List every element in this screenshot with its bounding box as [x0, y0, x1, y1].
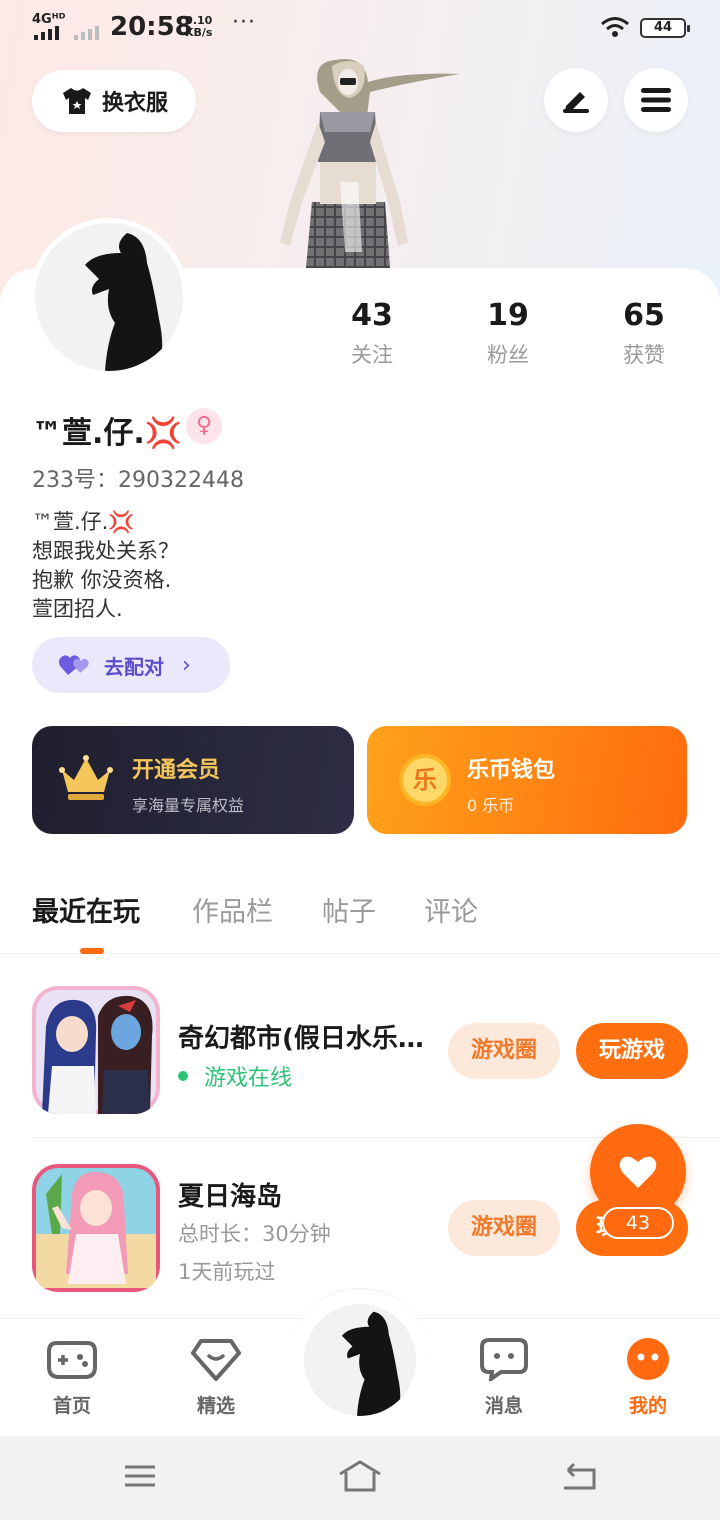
game-online-status: 游戏在线	[178, 1060, 292, 1092]
heart-box-icon	[191, 1339, 241, 1381]
recent-apps-icon[interactable]	[122, 1458, 158, 1494]
go-match-button[interactable]: 去配对 ›	[32, 637, 230, 693]
tab-recently-played[interactable]: 最近在玩	[32, 890, 140, 929]
nav-label: 我的	[628, 1395, 667, 1417]
like-count: 43	[602, 1207, 674, 1239]
signal-icon	[34, 26, 59, 40]
game-art	[32, 1164, 160, 1292]
game-circle-button[interactable]: 游戏圈	[448, 1200, 560, 1256]
tab-works[interactable]: 作品栏	[192, 890, 273, 929]
wallet-title: 乐币钱包	[467, 758, 556, 783]
change-outfit-label: 换衣服	[101, 91, 168, 116]
bio-line: ™萱.仔.💢	[32, 510, 135, 534]
online-dot-icon	[178, 1071, 188, 1081]
nav-label: 首页	[52, 1395, 91, 1417]
go-match-label: 去配对	[104, 654, 164, 679]
network-type: 4Gᴴᴰ	[32, 12, 66, 27]
gamepad-icon	[47, 1341, 97, 1379]
nav-messages[interactable]: 消息	[459, 1337, 549, 1418]
battery-indicator: 44	[640, 18, 690, 38]
avatar-silhouette	[35, 223, 183, 371]
tshirt-icon	[62, 88, 91, 114]
crown-icon	[59, 755, 113, 800]
vip-title: 开通会员	[132, 758, 221, 783]
tab-posts[interactable]: 帖子	[322, 890, 376, 929]
hamburger-menu-icon	[641, 88, 671, 112]
nav-label: 精选	[196, 1395, 235, 1417]
user-id: 233号：290322448	[32, 468, 244, 493]
system-navigation-bar	[0, 1436, 720, 1520]
clock: 20:58	[110, 12, 193, 42]
game-icon	[32, 986, 160, 1114]
game-icon	[32, 1164, 160, 1292]
game-art	[32, 986, 160, 1114]
edit-profile-button[interactable]	[544, 68, 608, 132]
active-tab-indicator	[80, 948, 104, 954]
game-title: 奇幻都市(假日水乐…	[178, 1024, 424, 1054]
nav-label: 消息	[484, 1395, 523, 1417]
chevron-right-icon: ›	[182, 652, 191, 678]
chat-bubble-icon	[480, 1338, 528, 1384]
menu-button[interactable]	[624, 68, 688, 132]
status-bar: 4Gᴴᴰ 20:58 0.10 KB/s ··· 44	[0, 0, 720, 56]
stat-label: 获赞	[623, 343, 665, 367]
nav-home[interactable]: 首页	[27, 1337, 117, 1418]
like-button[interactable]	[590, 1124, 686, 1220]
home-icon[interactable]	[336, 1458, 384, 1494]
face-icon	[627, 1338, 669, 1380]
network-speed: 0.10 KB/s	[185, 14, 213, 39]
vip-subtitle: 享海量专属权益	[132, 796, 245, 815]
profile-nickname: ™萱.仔.💢	[32, 416, 183, 451]
wallet-subtitle: 0 乐币	[467, 796, 515, 815]
game-title: 夏日海岛	[178, 1182, 283, 1212]
nav-featured[interactable]: 精选	[171, 1337, 261, 1418]
heart-icon	[619, 1156, 657, 1188]
game-circle-button[interactable]: 游戏圈	[448, 1023, 560, 1079]
signal-secondary-icon	[74, 26, 99, 40]
back-icon[interactable]	[560, 1458, 600, 1494]
coin-wallet-card[interactable]: 乐 乐币钱包 0 乐币	[367, 726, 687, 834]
stat-value: 65	[623, 298, 665, 333]
change-outfit-button[interactable]: 换衣服	[32, 70, 196, 132]
stat-following[interactable]: 43 关注	[317, 298, 427, 369]
profile-tabs: 最近在玩 作品栏 帖子 评论	[0, 880, 720, 954]
game-last-played: 1天前玩过	[178, 1260, 276, 1284]
bio-line: 萱团招人.	[32, 597, 123, 621]
game-row[interactable]: 奇幻都市(假日水乐… 游戏在线 游戏圈 玩游戏	[32, 986, 720, 1138]
stat-followers[interactable]: 19 粉丝	[453, 298, 563, 369]
stat-likes[interactable]: 65 获赞	[589, 298, 699, 369]
game-play-duration: 总时长：30分钟	[178, 1222, 331, 1246]
stat-label: 粉丝	[487, 343, 529, 367]
nav-center-avatar[interactable]	[304, 1304, 416, 1416]
pen-icon	[563, 92, 589, 113]
tab-comments[interactable]: 评论	[424, 890, 478, 929]
bio-line: 想跟我处关系？	[32, 539, 179, 563]
coin-icon: 乐	[399, 754, 451, 806]
avatar-silhouette	[304, 1304, 416, 1416]
profile-avatar[interactable]	[30, 218, 188, 376]
nav-mine[interactable]: 我的	[603, 1337, 693, 1418]
play-game-button[interactable]: 玩游戏	[576, 1023, 688, 1079]
stat-value: 19	[487, 298, 529, 333]
online-status-label: 游戏在线	[204, 1066, 293, 1091]
bio-line: 抱歉 你没资格.	[32, 568, 172, 592]
vip-membership-card[interactable]: 开通会员 享海量专属权益	[32, 726, 354, 834]
double-heart-icon	[59, 655, 89, 675]
wifi-icon	[601, 17, 629, 37]
avatar-3d-character	[280, 58, 460, 268]
stat-value: 43	[351, 298, 393, 333]
female-gender-icon: ♀	[186, 408, 222, 444]
more-notifications-icon: ···	[232, 10, 256, 35]
profile-bio: ™萱.仔.💢 想跟我处关系？ 抱歉 你没资格. 萱团招人.	[32, 508, 179, 624]
stat-label: 关注	[351, 343, 393, 367]
